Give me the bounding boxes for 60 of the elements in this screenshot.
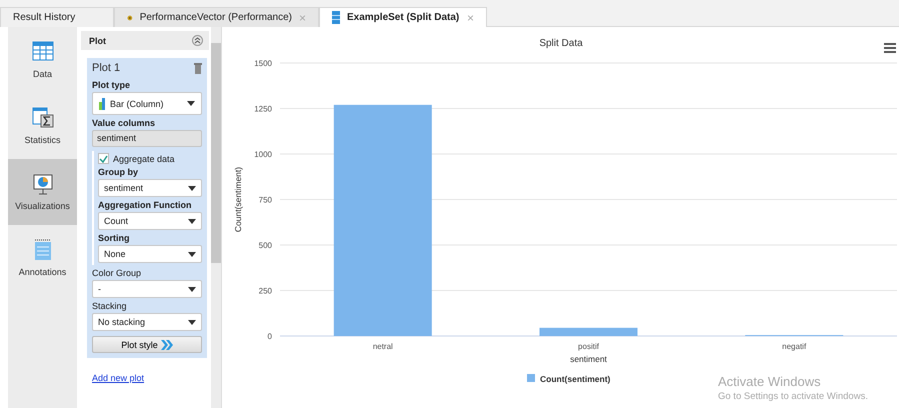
check-icon bbox=[99, 154, 108, 162]
axis-tick-label: 1250 bbox=[254, 104, 272, 114]
axis-tick-label: positif bbox=[578, 342, 599, 351]
field-label: Value columns bbox=[92, 118, 156, 128]
field-label: Aggregation Function bbox=[98, 200, 192, 210]
axis-tick-label: negatif bbox=[782, 342, 806, 351]
axis-tick-label: 750 bbox=[258, 196, 272, 204]
caret-icon bbox=[187, 101, 195, 106]
caret-icon bbox=[188, 320, 196, 324]
field-label: Color Group bbox=[92, 268, 142, 278]
plot-style-button[interactable]: Plot style bbox=[92, 336, 202, 353]
os-notice-title: Activate Windows bbox=[718, 374, 822, 389]
panel-title: Plot bbox=[89, 36, 106, 46]
legend-label: Count(sentiment) bbox=[540, 374, 610, 384]
nav-item[interactable]: Data bbox=[8, 27, 77, 93]
tab[interactable]: Result History bbox=[0, 7, 114, 27]
axis-tick-label: 250 bbox=[258, 286, 272, 296]
checkbox[interactable] bbox=[98, 153, 109, 164]
axis-tick-label: 0 bbox=[268, 332, 272, 341]
menu-icon[interactable] bbox=[884, 43, 896, 53]
dropdown[interactable]: No stacking bbox=[92, 313, 202, 331]
axis-title: sentiment bbox=[570, 354, 607, 364]
dropdown[interactable]: Bar (Column) bbox=[92, 92, 202, 115]
field-label: Stacking bbox=[92, 301, 128, 311]
dropdown[interactable]: sentiment bbox=[98, 179, 202, 197]
caret-icon bbox=[188, 186, 196, 190]
value-column-chip[interactable]: sentiment bbox=[92, 130, 202, 147]
nav-item[interactable]: Visualizations bbox=[8, 159, 77, 225]
dropdown[interactable]: None bbox=[98, 245, 202, 263]
double-chevron-icon bbox=[160, 340, 173, 350]
axis-tick-label: 500 bbox=[258, 241, 272, 250]
tab[interactable]: PerformanceVector (Performance) × bbox=[114, 7, 319, 27]
tab[interactable]: ExampleSet (Split Data) × bbox=[319, 7, 487, 27]
plot-title: Plot 1 bbox=[92, 62, 120, 74]
collapse-icon bbox=[192, 35, 203, 46]
table-icon bbox=[32, 41, 54, 63]
os-notice-text: Go to Settings to activate Windows. bbox=[718, 391, 868, 402]
table-icon bbox=[332, 11, 340, 24]
nav-item[interactable]: Annotations bbox=[8, 225, 77, 291]
bar-chart-icon bbox=[99, 98, 105, 110]
caret-icon bbox=[188, 218, 196, 224]
axis-title: Count(sentiment) bbox=[233, 166, 243, 232]
dropdown[interactable]: - bbox=[92, 280, 202, 298]
chart-title: Split Data bbox=[539, 38, 583, 49]
scrollbar[interactable] bbox=[211, 27, 221, 408]
presentation-icon bbox=[32, 173, 54, 195]
axis-tick-label: 1500 bbox=[254, 59, 272, 68]
sigma-icon bbox=[32, 107, 54, 129]
field-label: Sorting bbox=[98, 233, 130, 243]
field-label: Group by bbox=[98, 167, 139, 177]
field-label: Plot type bbox=[92, 80, 132, 90]
nav-item[interactable]: Statistics bbox=[8, 93, 77, 159]
axis-tick-label: netral bbox=[372, 342, 393, 351]
axis-tick-label: 1000 bbox=[254, 150, 272, 159]
add-plot-link[interactable]: Add new plot bbox=[92, 373, 209, 383]
checkbox-label: Aggregate data bbox=[113, 154, 175, 164]
trash-icon bbox=[194, 62, 202, 74]
dropdown[interactable]: Count bbox=[98, 212, 202, 230]
caret-icon bbox=[188, 252, 196, 256]
caret-icon bbox=[188, 286, 196, 292]
